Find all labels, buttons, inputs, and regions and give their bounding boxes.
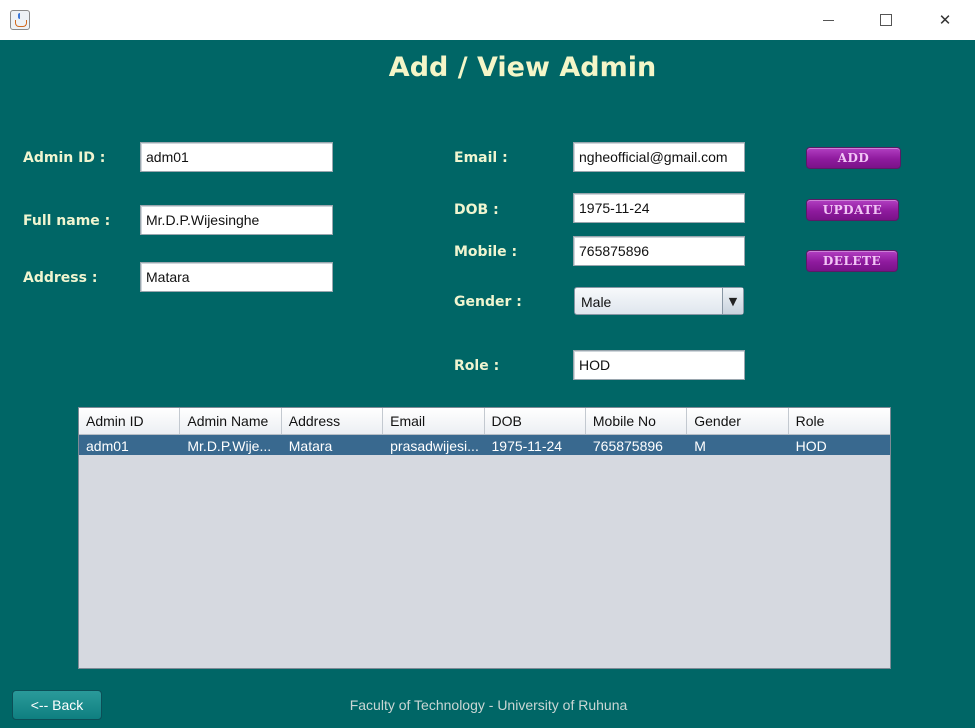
maximize-button[interactable] bbox=[857, 0, 915, 40]
column-header-dob[interactable]: DOB bbox=[485, 408, 586, 434]
column-header-admin-name[interactable]: Admin Name bbox=[180, 408, 282, 434]
table-cell: M bbox=[694, 438, 706, 454]
add-button[interactable]: ADD bbox=[806, 147, 901, 169]
dob-label: DOB : bbox=[454, 202, 499, 218]
page-title: Add / View Admin bbox=[388, 52, 657, 83]
table-cell: 765875896 bbox=[592, 438, 663, 454]
cup-icon bbox=[15, 20, 27, 27]
footer-credit: Faculty of Technology - University of Ru… bbox=[349, 697, 628, 713]
table-cell: HOD bbox=[795, 438, 827, 454]
window-titlebar: ✕ bbox=[0, 0, 975, 41]
full-name-label: Full name : bbox=[23, 213, 111, 229]
email-field[interactable]: ngheofficial@gmail.com bbox=[573, 142, 745, 172]
steam-icon bbox=[18, 13, 23, 19]
minimize-button[interactable] bbox=[799, 0, 857, 40]
table-cell: prasadwijesi... bbox=[390, 438, 479, 454]
table-row[interactable]: adm01 Mr.D.P.Wije... Matara prasadwijesi… bbox=[79, 435, 890, 455]
table-header: Admin ID Admin Name Address Email DOB Mo… bbox=[79, 408, 890, 435]
table-cell: Mr.D.P.Wije... bbox=[187, 438, 272, 454]
table-cell: Matara bbox=[288, 438, 333, 454]
table-cell: 1975-11-24 bbox=[491, 438, 563, 454]
full-name-field[interactable]: Mr.D.P.Wijesinghe bbox=[140, 205, 333, 235]
email-label: Email : bbox=[454, 150, 508, 166]
admin-table[interactable]: Admin ID Admin Name Address Email DOB Mo… bbox=[78, 407, 891, 669]
maximize-icon bbox=[880, 14, 892, 26]
dropdown-arrow-icon[interactable]: ▼ bbox=[722, 288, 743, 314]
mobile-field[interactable]: 765875896 bbox=[573, 236, 745, 266]
delete-button[interactable]: DELETE bbox=[806, 250, 898, 272]
mobile-label: Mobile : bbox=[454, 244, 518, 260]
column-header-gender[interactable]: Gender bbox=[687, 408, 789, 434]
column-header-mobile[interactable]: Mobile No bbox=[586, 408, 688, 434]
role-label: Role : bbox=[454, 358, 500, 374]
java-app-icon bbox=[10, 10, 30, 30]
gender-label: Gender : bbox=[454, 294, 522, 310]
address-field[interactable]: Matara bbox=[140, 262, 333, 292]
gender-select[interactable]: Male ▼ bbox=[574, 287, 744, 315]
minimize-icon bbox=[822, 19, 834, 21]
gender-selected-value: Male bbox=[581, 294, 612, 310]
role-field[interactable]: HOD bbox=[573, 350, 745, 380]
main-panel: Add / View Admin Admin ID : adm01 Full n… bbox=[0, 40, 975, 728]
column-header-admin-id[interactable]: Admin ID bbox=[79, 408, 181, 434]
column-header-address[interactable]: Address bbox=[282, 408, 384, 434]
admin-id-field[interactable]: adm01 bbox=[140, 142, 333, 172]
admin-id-label: Admin ID : bbox=[23, 150, 106, 166]
address-label: Address : bbox=[23, 270, 98, 286]
dob-field[interactable]: 1975-11-24 bbox=[573, 193, 745, 223]
table-cell: adm01 bbox=[86, 438, 129, 454]
close-button[interactable]: ✕ bbox=[916, 0, 974, 40]
column-header-role[interactable]: Role bbox=[789, 408, 890, 434]
column-header-email[interactable]: Email bbox=[383, 408, 485, 434]
close-icon: ✕ bbox=[938, 11, 952, 29]
update-button[interactable]: UPDATE bbox=[806, 199, 899, 221]
